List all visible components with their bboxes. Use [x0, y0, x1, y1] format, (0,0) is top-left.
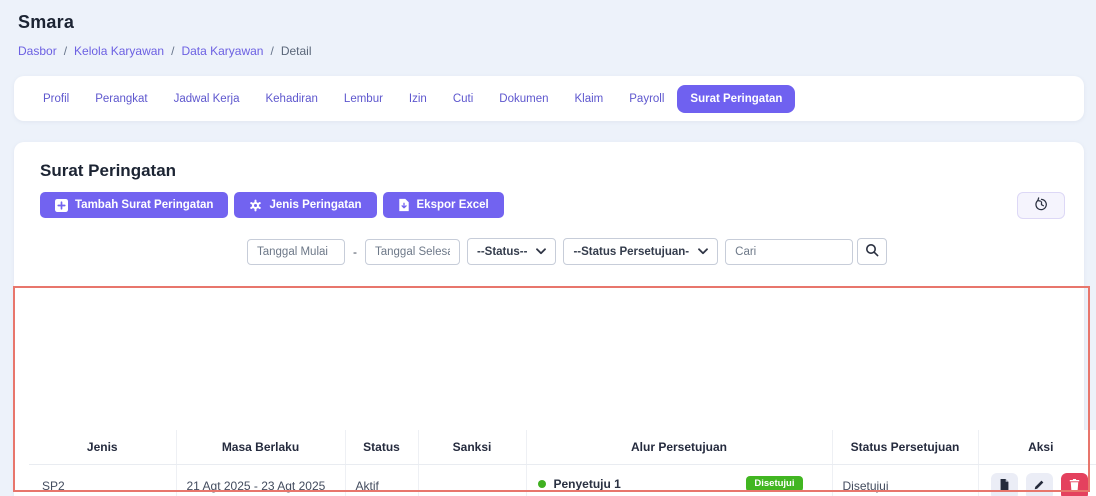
chevron-down-icon [698, 246, 708, 258]
warning-types-button[interactable]: Jenis Peringatan [234, 192, 376, 218]
tab-izin[interactable]: Izin [396, 85, 440, 113]
tab-profil[interactable]: Profil [30, 85, 82, 113]
actions-row: Tambah Surat Peringatan Jenis Peringatan… [40, 192, 504, 218]
column-header-sanksi: Sanksi [418, 430, 526, 464]
breadcrumb-data-karyawan[interactable]: Data Karyawan [181, 44, 263, 58]
search-input[interactable] [725, 239, 853, 265]
history-button[interactable] [1017, 192, 1065, 219]
page: Smara Dasbor / Kelola Karyawan / Data Ka… [0, 0, 1096, 496]
tab-dokumen[interactable]: Dokumen [486, 85, 561, 113]
cell-status-persetujuan: Disetujui [832, 464, 978, 496]
cell-masa-berlaku: 21 Agt 2025 - 23 Agt 2025 [176, 464, 345, 496]
tab-kehadiran[interactable]: Kehadiran [252, 85, 330, 113]
tab-cuti[interactable]: Cuti [440, 85, 486, 113]
approval-status-select[interactable]: --Status Persetujuan- [563, 238, 718, 265]
column-header-status: Status [345, 430, 418, 464]
approval-badge: Disetujui [746, 476, 802, 492]
breadcrumb-dasbor[interactable]: Dasbor [18, 44, 57, 58]
add-warning-letter-button[interactable]: Tambah Surat Peringatan [40, 192, 228, 218]
main-card: Surat Peringatan Tambah Surat Peringatan… [14, 142, 1084, 496]
plus-square-icon [55, 199, 68, 212]
edit-button[interactable] [1026, 473, 1053, 496]
breadcrumb: Dasbor / Kelola Karyawan / Data Karyawan… [18, 44, 312, 58]
breadcrumb-separator: / [270, 44, 273, 58]
tab-surat-peringatan[interactable]: Surat Peringatan [677, 85, 795, 113]
approval-step: Penyetuju 1 Disetujui [538, 476, 820, 493]
tab-klaim[interactable]: Klaim [562, 85, 617, 113]
tab-payroll[interactable]: Payroll [616, 85, 677, 113]
warning-type: SP2 [42, 478, 166, 495]
add-warning-letter-label: Tambah Surat Peringatan [75, 199, 213, 211]
approved-status-dot [538, 480, 546, 488]
page-header: Smara Dasbor / Kelola Karyawan / Data Ka… [18, 12, 312, 58]
status-select-value: --Status-- [477, 246, 527, 258]
file-download-icon [398, 198, 410, 212]
column-header-masa-berlaku: Masa Berlaku [176, 430, 345, 464]
cell-aksi [978, 464, 1096, 496]
approval-status-select-value: --Status Persetujuan- [573, 246, 689, 258]
cell-sanksi [418, 464, 526, 496]
tab-jadwal-kerja[interactable]: Jadwal Kerja [161, 85, 253, 113]
column-header-status-persetujuan: Status Persetujuan [832, 430, 978, 464]
search-button[interactable] [857, 238, 887, 265]
approver-title: Penyetuju 1 [554, 476, 621, 493]
export-excel-label: Ekspor Excel [417, 199, 489, 211]
column-header-jenis: Jenis [29, 430, 176, 464]
column-header-aksi: Aksi [978, 430, 1096, 464]
table-header-row: Jenis Masa Berlaku Status Sanksi Alur Pe… [29, 430, 1096, 464]
table-row: SP2 21 Agt 2025 - 23 Agt 2025 Aktif Peny… [29, 464, 1096, 496]
chevron-down-icon [536, 246, 546, 258]
file-text-icon [999, 478, 1010, 494]
section-title: Surat Peringatan [40, 161, 176, 181]
gear-icon [249, 199, 262, 212]
breadcrumb-separator: / [171, 44, 174, 58]
end-date-input[interactable] [365, 239, 460, 265]
tab-bar: Profil Perangkat Jadwal Kerja Kehadiran … [14, 76, 1084, 121]
warning-letters-table: Jenis Masa Berlaku Status Sanksi Alur Pe… [29, 430, 1096, 496]
history-icon [1034, 197, 1049, 215]
start-date-input[interactable] [247, 239, 345, 265]
column-header-alur-persetujuan: Alur Persetujuan [526, 430, 832, 464]
tab-perangkat[interactable]: Perangkat [82, 85, 160, 113]
tab-lembur[interactable]: Lembur [331, 85, 396, 113]
cell-status: Aktif [345, 464, 418, 496]
delete-button[interactable] [1061, 473, 1088, 496]
filters-row: - --Status-- --Status Persetujuan- [247, 238, 887, 265]
breadcrumb-separator: / [64, 44, 67, 58]
pencil-icon [1033, 479, 1045, 494]
breadcrumb-current: Detail [281, 44, 312, 58]
status-select[interactable]: --Status-- [467, 238, 556, 265]
export-excel-button[interactable]: Ekspor Excel [383, 192, 504, 218]
tabs-card: Profil Perangkat Jadwal Kerja Kehadiran … [14, 76, 1084, 121]
cell-jenis: SP2 [29, 464, 176, 496]
warning-types-label: Jenis Peringatan [269, 199, 361, 211]
view-document-button[interactable] [991, 473, 1018, 496]
breadcrumb-kelola-karyawan[interactable]: Kelola Karyawan [74, 44, 164, 58]
search-icon [865, 243, 879, 260]
page-title: Smara [18, 12, 312, 33]
date-range-separator: - [352, 245, 358, 259]
cell-alur-persetujuan: Penyetuju 1 Disetujui Peninjau: Soulluna… [526, 464, 832, 496]
trash-icon [1069, 478, 1080, 494]
